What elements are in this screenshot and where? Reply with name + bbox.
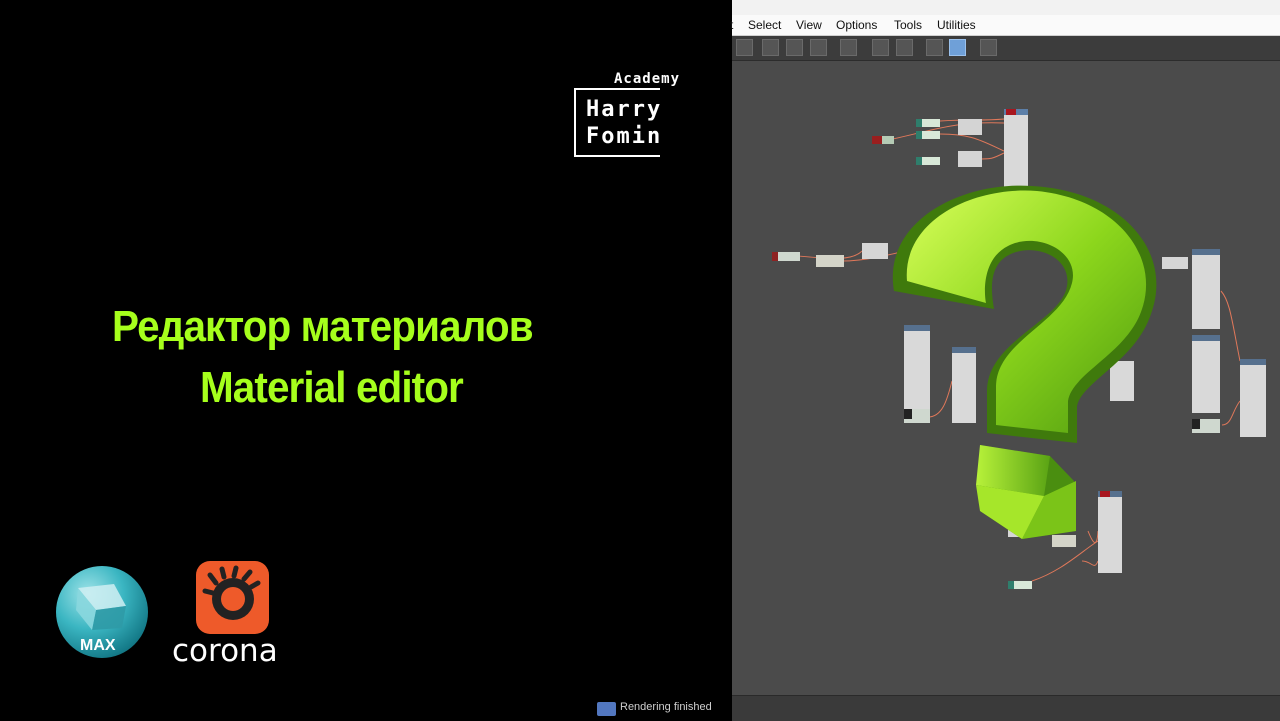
headline-russian: Редактор материалов [112, 302, 534, 351]
menu-item-select[interactable]: Select [748, 18, 781, 32]
logo-name-last: Fomin [586, 124, 663, 149]
node-cluster-top [872, 109, 1028, 189]
headline-english: Material editor [200, 363, 464, 412]
academy-label: Academy [614, 71, 681, 87]
editor-toolbar [732, 36, 1280, 61]
node-canvas[interactable] [732, 61, 1280, 695]
menu-item-truncated[interactable]: t [730, 18, 733, 32]
corona-label: corona [172, 633, 278, 669]
node-graph-svg [772, 109, 1266, 589]
logo-name-first: Harry [586, 97, 663, 122]
layout-icon[interactable] [736, 39, 753, 56]
node-icon[interactable] [762, 39, 779, 56]
menu-bar: t Select View Options Tools Utilities [730, 15, 1280, 36]
status-bar [732, 695, 1280, 721]
menu-item-utilities[interactable]: Utilities [937, 18, 976, 32]
zero-icon[interactable] [840, 39, 857, 56]
sphere-icon[interactable] [786, 39, 803, 56]
menu-item-options[interactable]: Options [836, 18, 877, 32]
tree-icon[interactable] [896, 39, 913, 56]
menu-item-tools[interactable]: Tools [894, 18, 922, 32]
window-titlebar [732, 0, 1280, 15]
slate-material-editor-window: t Select View Options Tools Utilities [730, 0, 1280, 721]
checker-icon[interactable] [810, 39, 827, 56]
render-status-text: Rendering finished [620, 701, 712, 713]
list-icon[interactable] [926, 39, 943, 56]
grid-icon[interactable] [949, 39, 966, 56]
align-icon[interactable] [872, 39, 889, 56]
menu-item-view[interactable]: View [796, 18, 822, 32]
render-status-icon [597, 702, 616, 716]
max-label: MAX [80, 637, 116, 654]
left-panel: Academy Harry Fomin Редактор материалов … [0, 0, 732, 720]
question-mark-icon [892, 185, 1157, 539]
corona-logo-icon [196, 561, 269, 634]
pick-icon[interactable] [980, 39, 997, 56]
